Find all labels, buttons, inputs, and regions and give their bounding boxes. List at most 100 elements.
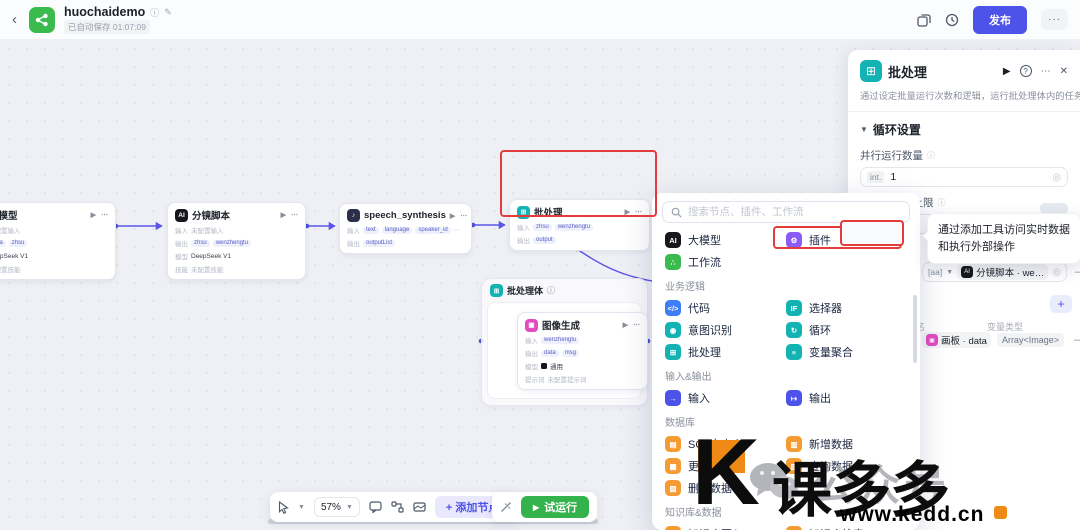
more-icon[interactable]: ⋯	[460, 212, 467, 220]
var-name: 画板 · data	[941, 336, 987, 347]
param-tag: zhsu	[191, 239, 210, 247]
auto-layout-icon[interactable]	[391, 501, 404, 513]
more-icon[interactable]: ⋯	[633, 321, 640, 329]
batch-body-header: ⊞ 批处理体 ⓘ	[482, 279, 647, 302]
chevron-down-icon[interactable]: ▼	[298, 504, 305, 511]
node-title-label: 分镜脚本	[192, 211, 231, 222]
popup-scrollbar[interactable]	[913, 295, 917, 363]
menu-item-label: 输入	[688, 393, 710, 405]
info-icon[interactable]: ⓘ	[150, 6, 159, 19]
param-tag: wenzhengtu	[212, 239, 252, 247]
menu-item[interactable]: ∴ 工作流	[665, 251, 786, 273]
row-value: DeepSeek V1	[0, 252, 29, 260]
play-icon[interactable]: ▶	[281, 211, 286, 219]
remove-row-button[interactable]: —	[1074, 334, 1080, 346]
menu-item-label: 查询数据	[809, 461, 853, 473]
top-bar: ‹ huochaidemo ⓘ ✎ 已自动保存 01:07:09 发布 ···	[0, 0, 1080, 40]
storyboard-node-icon: AI	[961, 266, 974, 278]
node-storyboard[interactable]: AI 分镜脚本 ▶ ⋯ 输入 未配置输入 输出 zhsu wenzhengtu 模型 DeepSee…	[167, 202, 306, 280]
imagegen-icon: ▣	[525, 318, 538, 332]
row-muted-value: 未配置输入	[191, 228, 224, 235]
header-more-button[interactable]: ···	[1041, 9, 1068, 30]
menu-item[interactable]: ▣ 知识库写入	[665, 523, 786, 530]
batch-node-icon: ⊞	[860, 60, 882, 82]
menu-item[interactable]: ▦ 更新数据	[665, 455, 786, 477]
history-clock-icon[interactable]	[945, 13, 959, 27]
comment-icon[interactable]	[369, 501, 382, 513]
var-node-ref: 分镜脚本 · we…	[976, 268, 1045, 279]
node-title: AI 分镜脚本 ▶ ⋯	[175, 208, 298, 222]
more-tags: ⋯	[453, 227, 461, 234]
apps-icon[interactable]	[917, 13, 931, 27]
menu-item[interactable]: ▧ 查询数据	[786, 455, 907, 477]
disable-icon[interactable]: ◎	[1052, 172, 1061, 183]
node-row: 输入 zhsu wenzhengtu	[517, 222, 642, 232]
play-icon[interactable]: ▶	[91, 211, 96, 219]
add-variable-button[interactable]: +	[1050, 295, 1072, 313]
help-icon[interactable]: ?	[1019, 65, 1032, 77]
menu-item[interactable]: ▣ 知识库检索	[786, 523, 907, 530]
menu-item-label: 大模型	[688, 235, 721, 247]
more-icon[interactable]: ⋯	[291, 211, 298, 219]
node-batch[interactable]: ⊞ 批处理 ▶ ⋯ 输入 zhsu wenzhengtu 输出 output	[509, 199, 650, 251]
panel-title: 批处理	[888, 64, 928, 80]
play-icon[interactable]: ▶	[625, 208, 630, 216]
menu-item[interactable]: ◉ 意图识别	[665, 319, 786, 341]
menu-item[interactable]: ⚙ 插件	[786, 229, 907, 251]
run-node-icon[interactable]: ▶	[1003, 66, 1011, 77]
menu-item[interactable]: ▨ 删除数据	[665, 477, 786, 499]
新增数据-icon: ▥	[786, 436, 802, 452]
run-label: 试运行	[544, 502, 578, 514]
menu-item[interactable]: → 输入	[665, 387, 786, 409]
menu-item[interactable]: IF 选择器	[786, 297, 907, 319]
variable-binding-row: [aa] ▼ AI 分镜脚本 · we… ◎ —	[922, 262, 1080, 282]
node-llm[interactable]: AI大模型▶⋯输入未配置输入输出Mbazhsu模型DeepSeek V1技能未配…	[0, 202, 116, 280]
row-label: 输出	[175, 241, 188, 248]
popup-row: </> 代码 IF 选择器	[665, 297, 907, 319]
type-badge: int.	[867, 171, 885, 183]
popup-row: ▨ 删除数据	[665, 477, 907, 499]
add-node-popup: AI 大模型 ⚙ 插件 ∴ 工作流业务逻辑 </> 代码 IF 选择器 ◉ 意图识别 ↻ 循环 ⊞ 批处理 ≡ 变…	[652, 193, 920, 530]
close-icon[interactable]: ✕	[1060, 66, 1068, 77]
menu-item[interactable]: ↻ 循环	[786, 319, 907, 341]
menu-item[interactable]: ▤ SQL自定义	[665, 433, 786, 455]
more-icon[interactable]: ⋯	[635, 208, 642, 216]
loop-settings-section[interactable]: ▼ 循环设置	[848, 112, 1080, 140]
menu-item[interactable]: ▥ 新增数据	[786, 433, 907, 455]
menu-item[interactable]: ↦ 输出	[786, 387, 907, 409]
node-actions: ▶ ⋯	[625, 208, 642, 216]
menu-item[interactable]: AI 大模型	[665, 229, 786, 251]
variable-selector[interactable]: [aa] ▼ AI 分镜脚本 · we… ◎	[922, 262, 1067, 282]
panel-more-icon[interactable]: ⋯	[1041, 66, 1051, 77]
row-value: 通用	[550, 364, 563, 371]
edit-icon[interactable]: ✎	[164, 7, 172, 18]
row-label: 输入	[525, 338, 538, 345]
param-tag: data	[541, 349, 559, 357]
parallel-count-input[interactable]: int. 1 ◎	[860, 167, 1068, 187]
menu-item[interactable]: ≡ 变量聚合	[786, 341, 907, 363]
search-box[interactable]	[662, 201, 910, 223]
canvas-toolbar: ▼ 57% ▼ + 添加节点	[270, 492, 519, 522]
node-speech[interactable]: ♪ speech_synthesis ▶ ⋯ 输入 text language speaker…	[339, 203, 472, 254]
menu-item[interactable]: ⊞ 批处理	[665, 341, 786, 363]
remove-row-button[interactable]: —	[1075, 266, 1080, 278]
more-icon[interactable]: ⋯	[101, 211, 108, 219]
back-chevron-icon[interactable]: ‹	[12, 11, 17, 28]
cursor-tool-icon[interactable]	[278, 500, 289, 514]
disable-icon[interactable]: ◎	[1052, 267, 1061, 278]
search-input[interactable]	[688, 206, 901, 218]
autosave-status: 已自动保存 01:07:09	[64, 20, 150, 34]
field-label: 并行运行数量 ⓘ	[860, 150, 935, 162]
插件-icon: ⚙	[786, 232, 802, 248]
play-icon[interactable]: ▶	[450, 212, 455, 220]
zoom-select[interactable]: 57% ▼	[313, 497, 360, 517]
param-tag: msg	[561, 349, 580, 357]
publish-button[interactable]: 发布	[973, 5, 1027, 34]
minimap-icon[interactable]	[413, 501, 426, 513]
play-icon[interactable]: ▶	[623, 321, 628, 329]
optimize-wand-icon[interactable]	[500, 501, 512, 513]
test-run-button[interactable]: ▶ 试运行	[521, 496, 590, 518]
popup-row: ∴ 工作流	[665, 251, 907, 273]
menu-item[interactable]: </> 代码	[665, 297, 786, 319]
node-imagegen[interactable]: ▣ 图像生成 ▶ ⋯ 输入 wenzhengtu 输出 data msg 模型 通用 提示词 未配置提示…	[517, 312, 648, 390]
